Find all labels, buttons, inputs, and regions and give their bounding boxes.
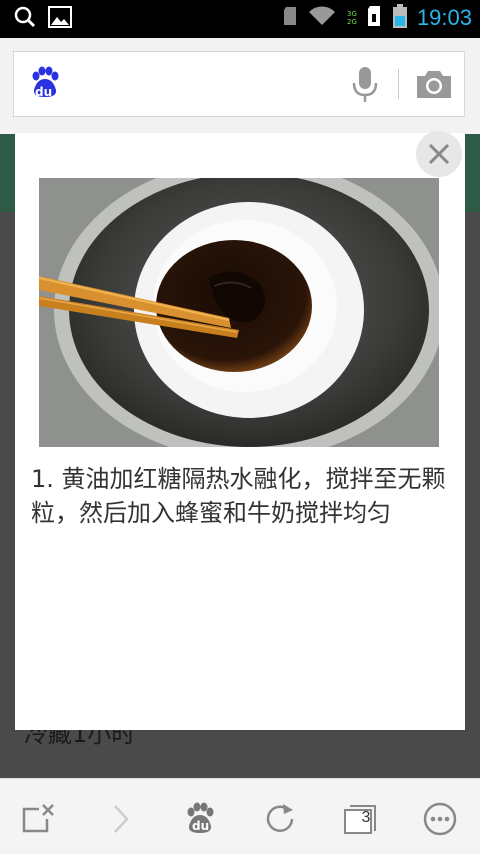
menu-button[interactable] [416, 797, 464, 841]
gallery-icon [48, 6, 72, 32]
wifi-icon [307, 5, 337, 31]
close-page-button[interactable] [15, 797, 63, 841]
network-type-bottom: 2G [347, 18, 357, 26]
tab-count: 3 [361, 809, 371, 826]
search-icon [14, 6, 36, 32]
search-area: du [0, 38, 480, 134]
status-bar: 3G 2G 19:03 [0, 0, 480, 38]
home-button[interactable]: du [176, 797, 224, 841]
more-icon [423, 802, 457, 836]
network-type-top: 3G [347, 10, 357, 18]
forward-button[interactable] [96, 797, 144, 841]
camera-icon[interactable] [415, 68, 453, 104]
status-right-icons: 3G 2G 19:03 [283, 4, 472, 32]
step-description: 1. 黄油加红糖隔热水融化，搅拌至无颗粒，然后加入蜂蜜和牛奶搅拌均匀 [31, 465, 446, 527]
refresh-button[interactable] [256, 797, 304, 841]
baidu-logo-text: du [35, 85, 53, 99]
search-divider [398, 69, 399, 99]
refresh-icon [266, 804, 294, 832]
status-left-icons [14, 6, 72, 32]
bottom-toolbar: du 3 [0, 778, 480, 854]
modal-close-button[interactable] [416, 131, 462, 177]
clock: 19:03 [416, 5, 472, 30]
signal-icon: 3G 2G [347, 10, 357, 26]
close-icon [428, 143, 450, 165]
sd-card-icon [283, 6, 297, 30]
search-input[interactable]: du [13, 51, 465, 117]
sim-icon [367, 5, 383, 31]
microphone-icon[interactable] [350, 66, 380, 108]
battery-icon [392, 4, 407, 32]
home-logo-text: du [192, 819, 210, 833]
forward-icon [114, 805, 129, 833]
tabs-button[interactable]: 3 [336, 797, 384, 841]
close-page-icon [22, 804, 54, 833]
step-image [38, 160, 444, 460]
